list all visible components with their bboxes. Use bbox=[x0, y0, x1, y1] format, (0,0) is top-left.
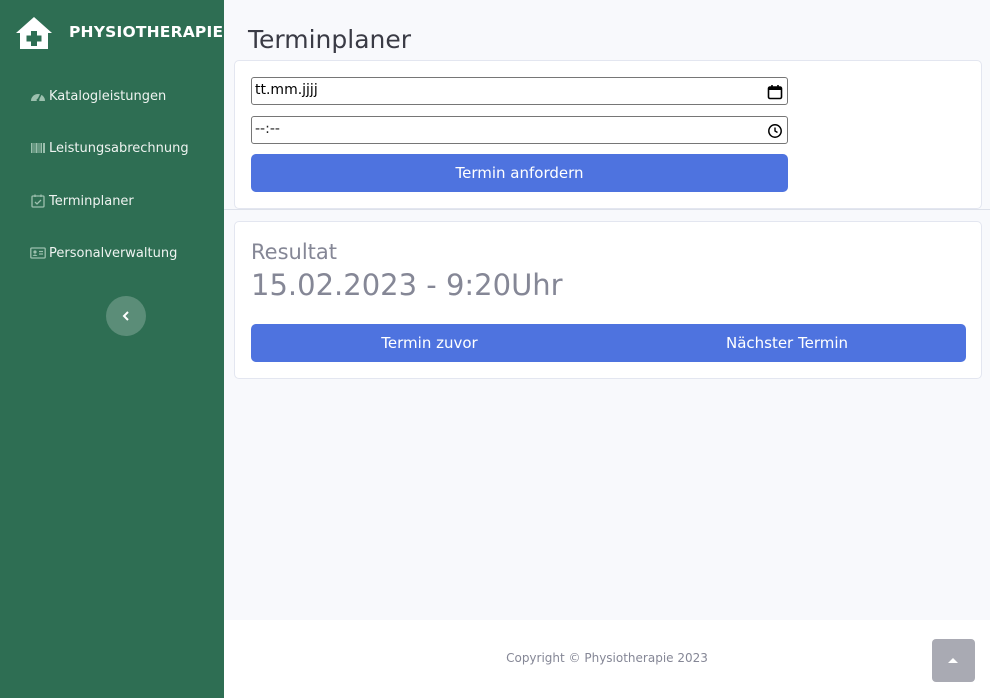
date-input-value: tt.mm.jjjj bbox=[255, 82, 318, 98]
main-content: Terminplaner tt.mm.jjjj --:-- Termin anf… bbox=[224, 0, 990, 620]
brand-link[interactable]: PHYSIOTHERAPIE bbox=[0, 0, 224, 66]
sidebar-item-label: Leistungsabrechnung bbox=[49, 140, 189, 156]
caret-up-icon bbox=[948, 658, 958, 663]
result-card: Resultat 15.02.2023 - 9:20Uhr Termin zuv… bbox=[234, 221, 982, 379]
request-appointment-button[interactable]: Termin anfordern bbox=[251, 154, 788, 192]
next-appointment-button[interactable]: Nächster Termin bbox=[608, 324, 966, 362]
copyright-text: Copyright © Physiotherapie 2023 bbox=[506, 651, 708, 665]
date-input[interactable]: tt.mm.jjjj bbox=[251, 77, 788, 105]
footer: Copyright © Physiotherapie 2023 bbox=[224, 620, 990, 698]
scroll-to-top-button[interactable] bbox=[932, 639, 975, 682]
sidebar-item-label: Katalogleistungen bbox=[49, 88, 167, 104]
brand-name: PHYSIOTHERAPIE bbox=[69, 23, 224, 41]
sidebar-item-personalverwaltung[interactable]: Personalverwaltung bbox=[30, 242, 177, 264]
clock-icon[interactable] bbox=[767, 123, 783, 139]
appointment-form-card: tt.mm.jjjj --:-- Termin anfordern bbox=[234, 60, 982, 209]
time-input[interactable]: --:-- bbox=[251, 116, 788, 144]
sidebar-item-terminplaner[interactable]: Terminplaner bbox=[30, 190, 134, 212]
result-label: Resultat bbox=[251, 240, 337, 264]
sidebar-toggle-button[interactable] bbox=[106, 296, 146, 336]
barcode-icon bbox=[30, 141, 46, 155]
sidebar-item-label: Terminplaner bbox=[49, 193, 134, 209]
divider bbox=[224, 209, 990, 210]
sidebar-item-label: Personalverwaltung bbox=[49, 245, 178, 261]
page-title: Terminplaner bbox=[248, 25, 412, 54]
chevron-left-icon bbox=[122, 311, 129, 321]
sidebar-item-katalogleistungen[interactable]: Katalogleistungen bbox=[30, 85, 166, 107]
calendar-check-icon bbox=[30, 194, 46, 208]
sidebar: PHYSIOTHERAPIE Katalogleistungen Leistun… bbox=[0, 0, 224, 698]
time-input-value: --:-- bbox=[255, 121, 280, 137]
tachometer-icon bbox=[30, 89, 46, 103]
calendar-icon[interactable] bbox=[767, 84, 783, 100]
previous-appointment-button[interactable]: Termin zuvor bbox=[251, 324, 608, 362]
result-appointment-value: 15.02.2023 - 9:20Uhr bbox=[251, 268, 563, 302]
id-card-icon bbox=[30, 246, 46, 260]
sidebar-item-leistungsabrechnung[interactable]: Leistungsabrechnung bbox=[30, 137, 189, 159]
clinic-house-icon bbox=[14, 15, 54, 51]
